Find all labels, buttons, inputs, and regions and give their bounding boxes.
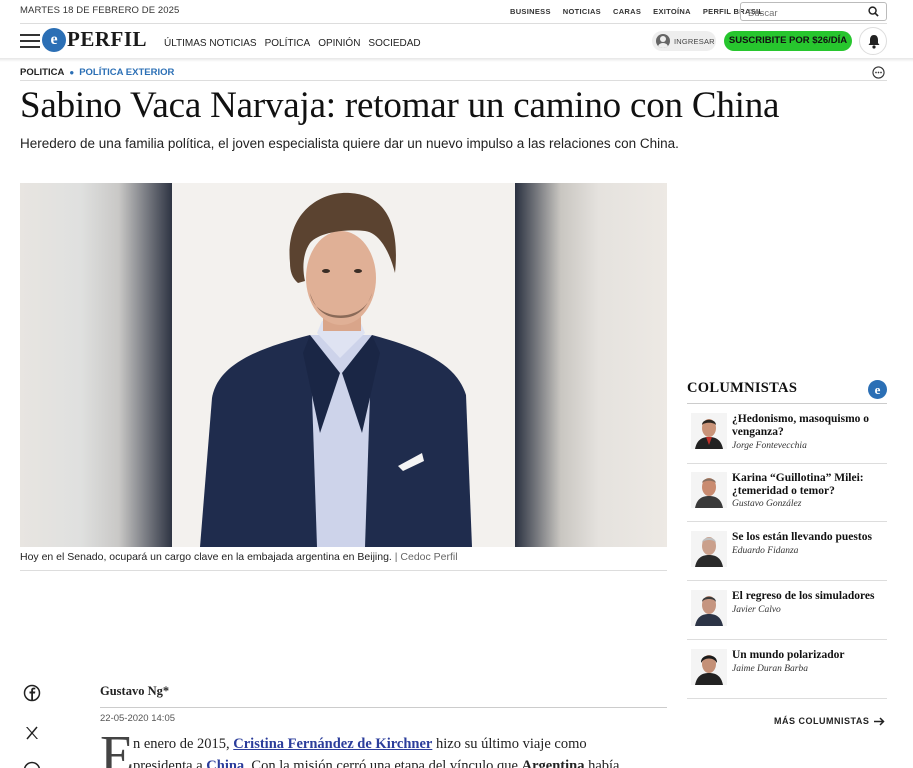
main-nav: e PERFIL ÚLTIMAS NOTICIAS POLÍTICA OPINI… (0, 24, 913, 58)
columnist-title: El regreso de los simuladores (732, 590, 875, 602)
breadcrumb: POLITICA ● POLÍTICA EXTERIOR (20, 67, 174, 78)
link-caras[interactable]: CARAS (613, 7, 641, 16)
divider (687, 639, 887, 640)
columnist-avatar (691, 649, 727, 685)
search-icon[interactable] (868, 6, 879, 17)
divider (687, 698, 887, 699)
menu-politica[interactable]: POLÍTICA (265, 38, 311, 49)
login-button[interactable]: INGRESAR (652, 31, 716, 51)
publish-date: 22-05-2020 14:05 (100, 713, 176, 724)
link-cristina-fernandez[interactable]: Cristina Fernández de Kirchner (233, 736, 432, 752)
columnists-heading: COLUMNISTAS (687, 380, 798, 396)
hamburger-menu-icon[interactable] (20, 34, 40, 49)
arrow-right-icon (874, 716, 885, 726)
columnist-author: Javier Calvo (732, 605, 781, 615)
login-label: INGRESAR (674, 36, 715, 46)
divider (20, 80, 887, 81)
divider (687, 403, 887, 404)
nav-shadow (0, 58, 913, 62)
breadcrumb-subsection[interactable]: POLÍTICA EXTERIOR (79, 67, 174, 78)
divider (687, 521, 887, 522)
x-icon[interactable] (22, 723, 42, 743)
article-subtitle: Heredero de una familia política, el jov… (20, 136, 679, 151)
columnist-author: Gustavo González (732, 499, 802, 509)
columnist-avatar (691, 531, 727, 567)
breadcrumb-section[interactable]: POLITICA (20, 67, 64, 78)
columnist-avatar (691, 413, 727, 449)
search-box (740, 2, 887, 22)
columnist-avatar (691, 590, 727, 626)
top-bar: MARTES 18 DE FEBRERO DE 2025 BUSINESS NO… (0, 0, 913, 24)
link-china[interactable]: China (206, 758, 244, 768)
photo-caption: Hoy en el Senado, ocupará un cargo clave… (20, 551, 458, 563)
menu-sociedad[interactable]: SOCIEDAD (368, 38, 420, 49)
body-line: presidenta a China. Con la misión cerró … (133, 755, 619, 768)
drop-cap: E (100, 725, 135, 768)
body-line: n enero de 2015, Cristina Fernández de K… (133, 736, 587, 752)
columnist-author: Jorge Fontevecchia (732, 441, 807, 451)
divider (100, 707, 667, 708)
caption-text: Hoy en el Senado, ocupará un cargo clave… (20, 551, 392, 563)
columnist-title: ¿Hedonismo, masoquismo o venganza? (732, 413, 870, 438)
perfil-mark-icon: e (868, 380, 887, 399)
more-columnists-label: MÁS COLUMNISTAS (774, 716, 870, 726)
network-links: BUSINESS NOTICIAS CARAS EXITOÍNA PERFIL … (510, 7, 763, 16)
comment-icon[interactable] (872, 66, 885, 79)
user-icon (656, 34, 670, 48)
logo-wordmark: PERFIL (67, 27, 148, 51)
logo-mark: e (42, 27, 66, 52)
perfil-logo[interactable]: e PERFIL (42, 27, 147, 52)
more-columnists-link[interactable]: MÁS COLUMNISTAS (774, 716, 885, 726)
subscribe-button[interactable]: SUSCRIBITE POR $26/DÍA (724, 31, 852, 51)
columnist-avatar (691, 472, 727, 508)
notifications-button[interactable] (859, 27, 887, 55)
menu-opinion[interactable]: OPINIÓN (318, 38, 360, 49)
article-photo[interactable] (20, 183, 667, 547)
columnist-title: Un mundo polarizador (732, 649, 845, 661)
whatsapp-icon[interactable] (22, 760, 42, 768)
columnist-title: Karina “Guillotina” Milei: ¿temeridad o … (732, 472, 864, 497)
divider (20, 570, 667, 571)
portrait-illustration (200, 192, 472, 547)
columnist-author: Eduardo Fidanza (732, 546, 799, 556)
menu-ultimas-noticias[interactable]: ÚLTIMAS NOTICIAS (164, 38, 257, 49)
bold-argentina: Argentina (521, 758, 585, 768)
section-menu: ÚLTIMAS NOTICIAS POLÍTICA OPINIÓN SOCIED… (164, 38, 421, 49)
current-date: MARTES 18 DE FEBRERO DE 2025 (20, 5, 180, 16)
facebook-icon[interactable] (22, 683, 42, 703)
columnist-author: Jaime Duran Barba (732, 664, 808, 674)
breadcrumb-separator: ● (69, 68, 75, 77)
link-exitoina[interactable]: EXITOÍNA (653, 7, 691, 16)
divider (687, 463, 887, 464)
link-noticias[interactable]: NOTICIAS (563, 7, 601, 16)
search-input[interactable] (741, 5, 861, 22)
article-title: Sabino Vaca Narvaja: retomar un camino c… (20, 85, 780, 126)
link-business[interactable]: BUSINESS (510, 7, 551, 16)
divider (687, 580, 887, 581)
columnist-title: Se los están llevando puestos (732, 531, 872, 543)
bell-icon (868, 35, 880, 49)
author-name[interactable]: Gustavo Ng* (100, 684, 169, 699)
caption-credit: | Cedoc Perfil (391, 551, 458, 563)
